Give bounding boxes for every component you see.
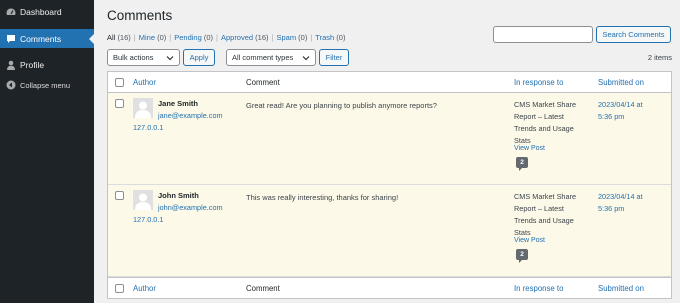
comment-types-select[interactable]: All comment types bbox=[226, 49, 316, 66]
submitted-line: 2023/04/14 at bbox=[598, 192, 643, 201]
bulk-actions-value: Bulk actions bbox=[113, 53, 154, 62]
filter-pending[interactable]: Pending (0) bbox=[174, 33, 213, 42]
response-post-link[interactable]: CMS Market Share Report – Latest Trends … bbox=[514, 99, 594, 147]
filter-separator: | bbox=[133, 33, 136, 42]
bulk-actions-select[interactable]: Bulk actions bbox=[107, 49, 180, 66]
status-filter-links: All (16) | Mine (0) | Pending (0) | Appr… bbox=[107, 33, 345, 42]
filter-all[interactable]: All (16) bbox=[107, 33, 131, 42]
apply-button[interactable]: Apply bbox=[183, 49, 215, 66]
response-line: CMS Market Share bbox=[514, 192, 577, 201]
author-column-header[interactable]: Author bbox=[133, 78, 156, 87]
filter-separator: | bbox=[169, 33, 172, 42]
chevron-down-icon bbox=[302, 56, 310, 61]
author-email-link[interactable]: john@example.com bbox=[158, 203, 223, 212]
table-row: Jane Smith jane@example.com 127.0.0.1 Gr… bbox=[108, 93, 671, 185]
author-ip-link[interactable]: 127.0.0.1 bbox=[133, 123, 163, 132]
comment-text: This was really interesting, thanks for … bbox=[246, 193, 399, 202]
chevron-down-icon bbox=[166, 56, 174, 61]
search-input[interactable] bbox=[493, 26, 593, 43]
submitted-line: 2023/04/14 at bbox=[598, 100, 643, 109]
view-post-link[interactable]: View Post bbox=[514, 145, 545, 152]
comments-icon bbox=[2, 34, 20, 44]
response-line: Trends and Usage bbox=[514, 124, 574, 133]
sidebar-item-label: Comments bbox=[20, 33, 62, 44]
select-all-checkbox[interactable] bbox=[115, 284, 124, 293]
dashboard-icon bbox=[2, 7, 20, 17]
admin-sidebar: Dashboard Comments Profile Collapse menu bbox=[0, 0, 94, 303]
in-response-to-column-header[interactable]: In response to bbox=[514, 78, 563, 87]
response-line: CMS Market Share bbox=[514, 100, 577, 109]
comment-count-bubble[interactable]: 2 bbox=[516, 157, 528, 171]
author-column-header[interactable]: Author bbox=[133, 284, 156, 293]
submitted-on-column-header[interactable]: Submitted on bbox=[598, 284, 644, 293]
submitted-date-link[interactable]: 2023/04/14 at 5:36 pm bbox=[598, 99, 668, 123]
table-header: Author Comment In response to Submitted … bbox=[108, 72, 671, 93]
profile-icon bbox=[2, 60, 20, 70]
items-count: 2 items bbox=[647, 53, 672, 62]
sidebar-item-comments[interactable]: Comments bbox=[0, 29, 94, 48]
submitted-line: 5:36 pm bbox=[598, 204, 625, 213]
filter-trash[interactable]: Trash (0) bbox=[315, 33, 345, 42]
response-line: Report – Latest bbox=[514, 112, 564, 121]
avatar bbox=[133, 98, 153, 118]
response-post-link[interactable]: CMS Market Share Report – Latest Trends … bbox=[514, 191, 594, 239]
avatar bbox=[133, 190, 153, 210]
in-response-to-column-header[interactable]: In response to bbox=[514, 284, 563, 293]
row-checkbox[interactable] bbox=[115, 99, 124, 108]
search-comments-button[interactable]: Search Comments bbox=[596, 26, 671, 43]
response-line: Trends and Usage bbox=[514, 216, 574, 225]
filter-separator: | bbox=[310, 33, 313, 42]
filter-approved[interactable]: Approved (16) bbox=[221, 33, 269, 42]
author-ip-link[interactable]: 127.0.0.1 bbox=[133, 215, 163, 224]
author-name: John Smith bbox=[158, 191, 199, 200]
collapse-icon bbox=[2, 80, 20, 90]
comment-text: Great read! Are you planning to publish … bbox=[246, 101, 437, 110]
sidebar-item-label: Collapse menu bbox=[20, 80, 71, 90]
submitted-date-link[interactable]: 2023/04/14 at 5:36 pm bbox=[598, 191, 668, 215]
table-footer: Author Comment In response to Submitted … bbox=[108, 277, 671, 298]
sidebar-item-label: Dashboard bbox=[20, 7, 62, 17]
main-content: Comments All (16) | Mine (0) | Pending (… bbox=[94, 0, 680, 303]
comments-table: Author Comment In response to Submitted … bbox=[107, 71, 672, 299]
submitted-line: 5:36 pm bbox=[598, 112, 625, 121]
filter-button[interactable]: Filter bbox=[319, 49, 349, 66]
comment-types-value: All comment types bbox=[232, 53, 294, 62]
submitted-on-column-header[interactable]: Submitted on bbox=[598, 78, 644, 87]
row-checkbox[interactable] bbox=[115, 191, 124, 200]
select-all-checkbox[interactable] bbox=[115, 78, 124, 87]
page-title: Comments bbox=[107, 8, 173, 23]
filter-spam[interactable]: Spam (0) bbox=[276, 33, 307, 42]
sidebar-item-label: Profile bbox=[20, 60, 45, 70]
comment-column-header: Comment bbox=[246, 78, 280, 87]
comment-column-header: Comment bbox=[246, 284, 280, 293]
filter-separator: | bbox=[216, 33, 218, 42]
sidebar-item-dashboard[interactable]: Dashboard bbox=[0, 4, 94, 20]
response-line: Report – Latest bbox=[514, 204, 564, 213]
collapse-menu-button[interactable]: Collapse menu bbox=[0, 77, 94, 93]
author-name: Jane Smith bbox=[158, 99, 199, 108]
filter-mine[interactable]: Mine (0) bbox=[139, 33, 167, 42]
sidebar-item-profile[interactable]: Profile bbox=[0, 57, 94, 73]
author-email-link[interactable]: jane@example.com bbox=[158, 111, 223, 120]
table-row: John Smith john@example.com 127.0.0.1 Th… bbox=[108, 185, 671, 277]
filter-separator: | bbox=[271, 33, 274, 42]
view-post-link[interactable]: View Post bbox=[514, 237, 545, 244]
comment-count-bubble[interactable]: 2 bbox=[516, 249, 528, 263]
